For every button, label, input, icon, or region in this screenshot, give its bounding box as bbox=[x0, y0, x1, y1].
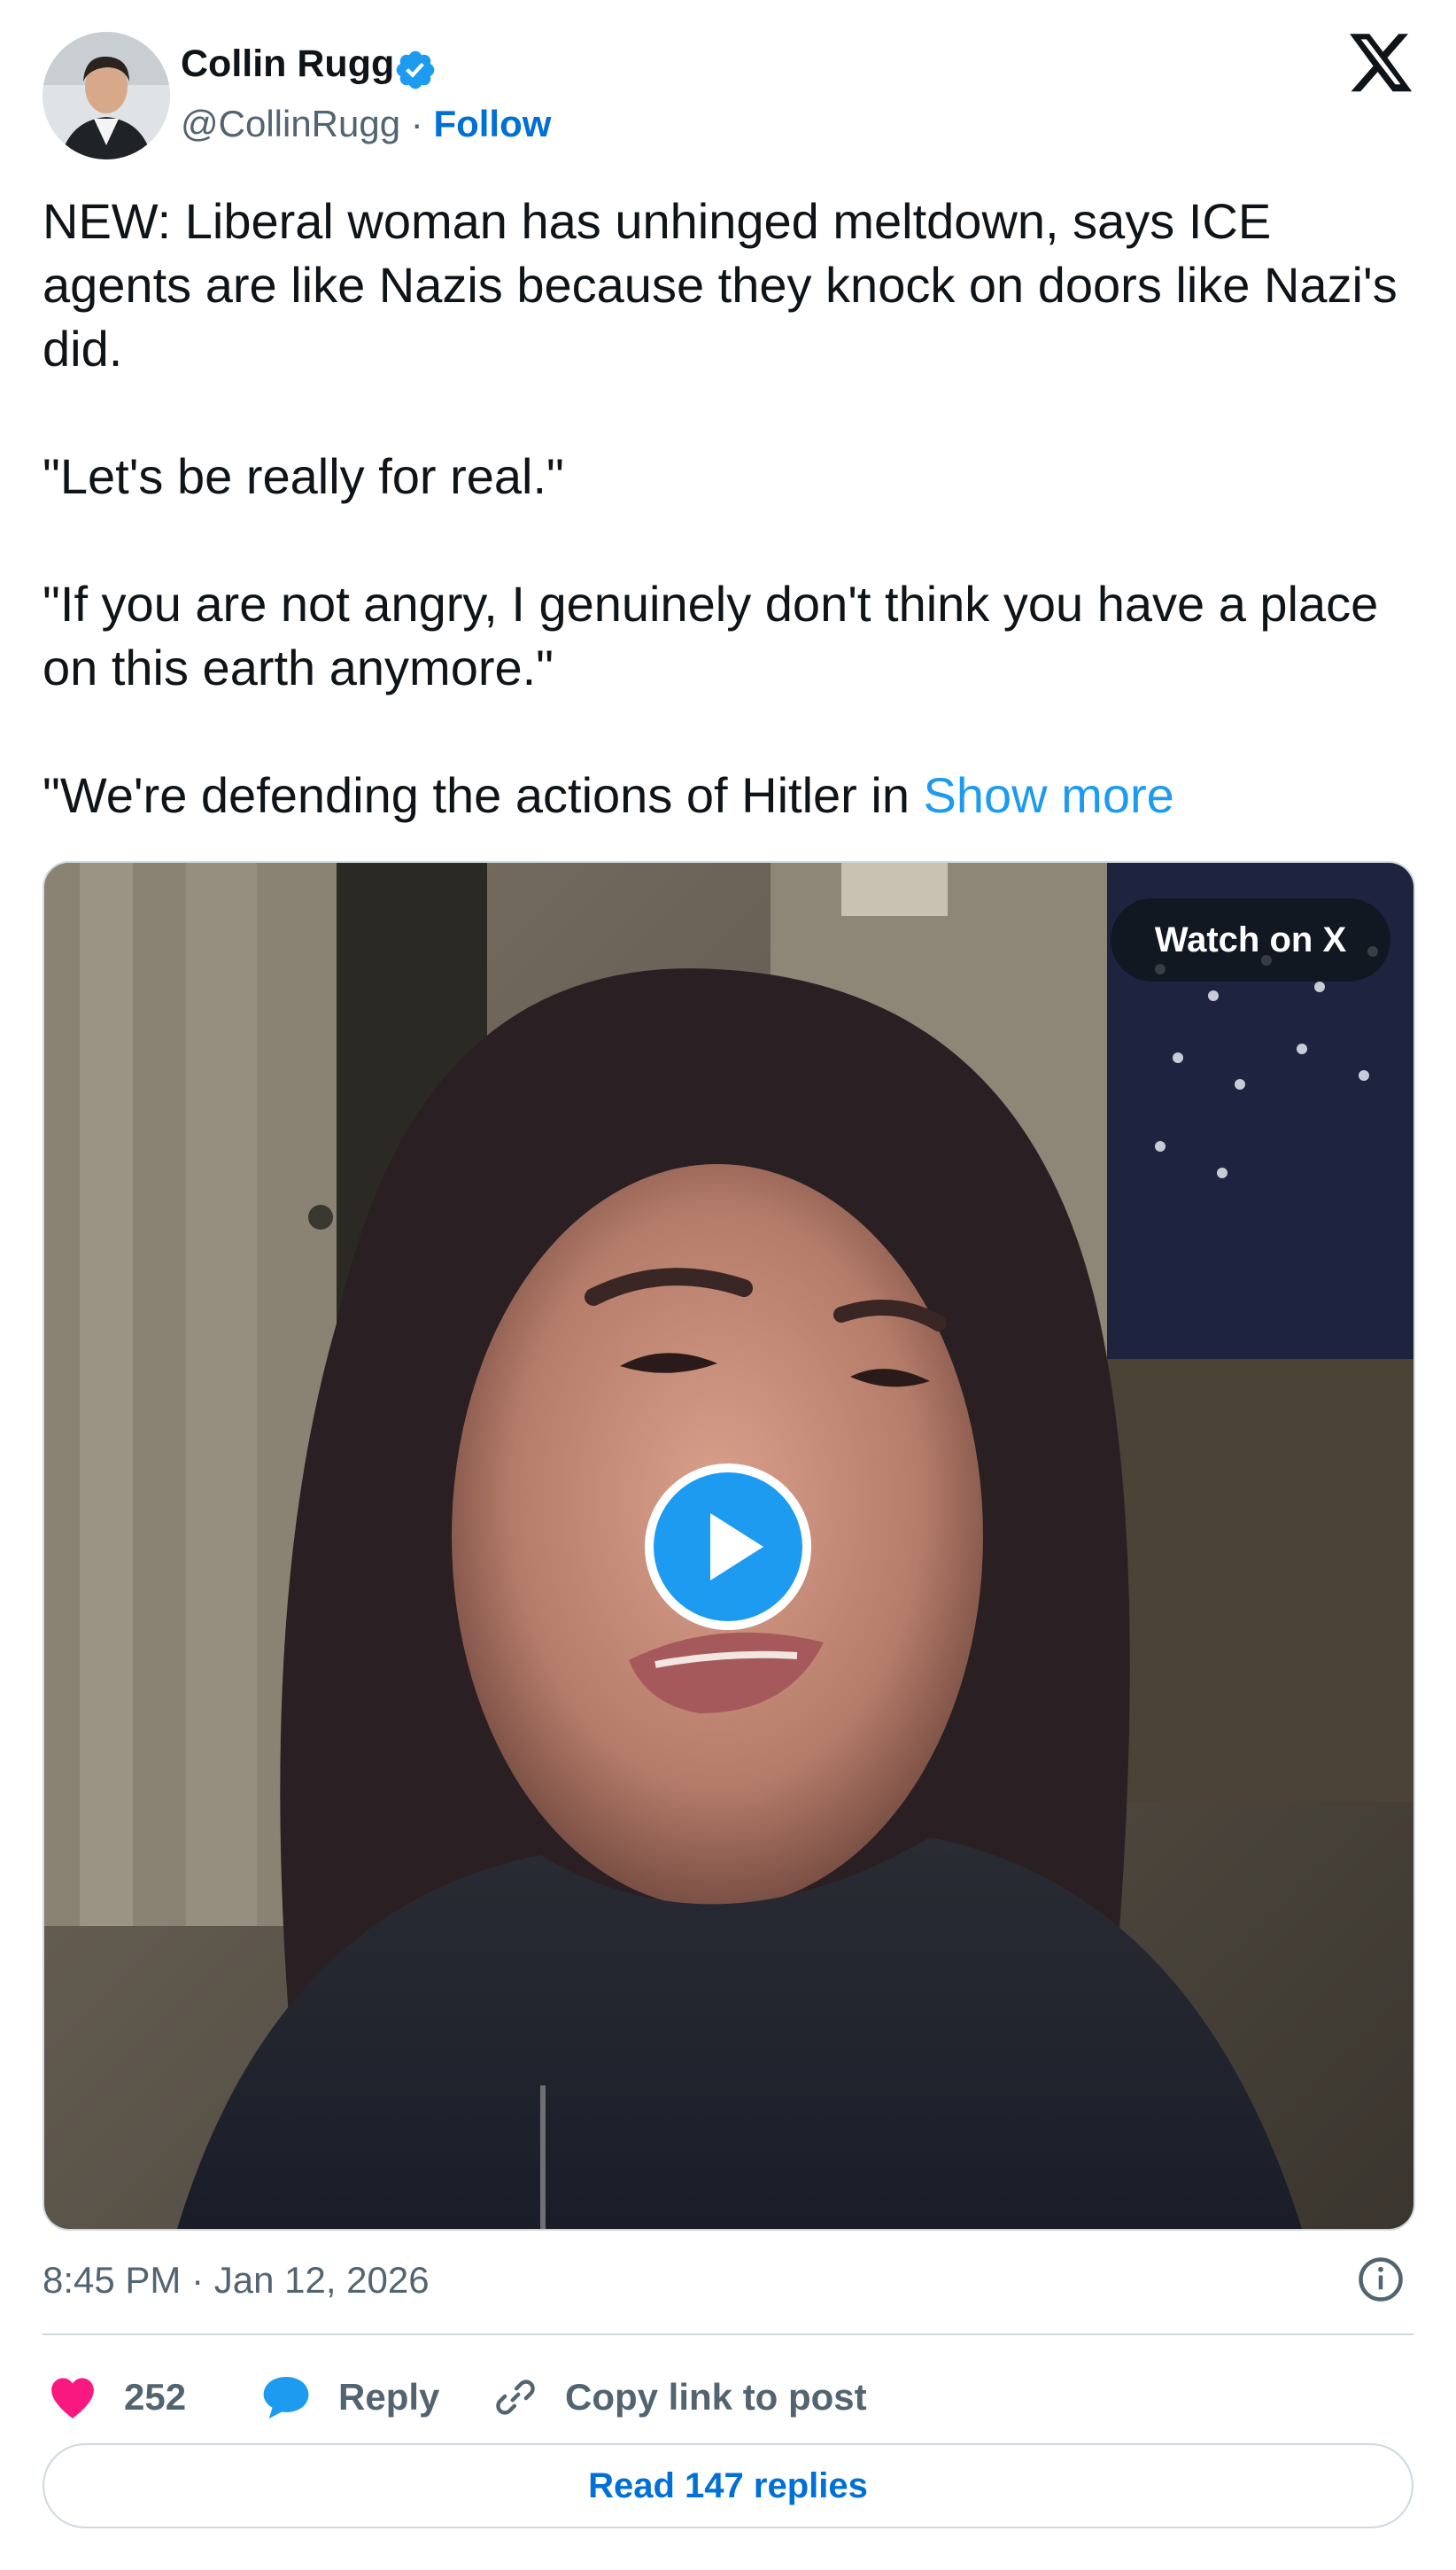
verified-badge-icon bbox=[396, 50, 435, 89]
watch-on-x-button[interactable]: Watch on X bbox=[1111, 898, 1390, 982]
follow-button[interactable]: Follow bbox=[433, 103, 551, 144]
post-text: NEW: Liberal woman has unhinged meltdown… bbox=[43, 190, 1413, 827]
post-paragraph-last: "We're defending the actions of Hitler i… bbox=[43, 764, 1413, 827]
reply-bubble-icon bbox=[263, 2377, 309, 2419]
x-logo-icon[interactable] bbox=[1346, 34, 1415, 97]
like-button[interactable]: 252 bbox=[48, 2364, 186, 2431]
show-more-link[interactable]: Show more bbox=[924, 767, 1174, 823]
read-replies-button[interactable]: Read 147 replies bbox=[43, 2443, 1413, 2528]
copy-link-button[interactable]: Copy link to post bbox=[492, 2364, 867, 2431]
reply-label: Reply bbox=[338, 2376, 440, 2418]
link-icon bbox=[496, 2380, 535, 2415]
post-paragraph-text: "We're defending the actions of Hitler i… bbox=[43, 767, 924, 823]
divider bbox=[43, 2333, 1413, 2335]
post-paragraph: NEW: Liberal woman has unhinged meltdown… bbox=[43, 193, 1398, 377]
post-timestamp[interactable]: 8:45 PM · Jan 12, 2026 bbox=[43, 2259, 430, 2302]
handle-separator: · bbox=[410, 103, 423, 144]
copy-link-label: Copy link to post bbox=[565, 2376, 867, 2418]
reply-button[interactable]: Reply bbox=[260, 2364, 439, 2431]
like-count: 252 bbox=[124, 2376, 187, 2418]
heart-icon bbox=[51, 2378, 94, 2419]
play-icon[interactable] bbox=[639, 1458, 817, 1635]
post-paragraph: "If you are not angry, I genuinely don't… bbox=[43, 576, 1379, 695]
author-handle-row: @CollinRugg · Follow bbox=[181, 103, 551, 145]
author-handle[interactable]: @CollinRugg bbox=[181, 103, 400, 144]
info-icon[interactable] bbox=[1357, 2256, 1405, 2303]
post-paragraph: "Let's be really for real." bbox=[43, 448, 564, 504]
author-name[interactable]: Collin Rugg bbox=[181, 43, 394, 86]
avatar[interactable] bbox=[43, 32, 170, 159]
